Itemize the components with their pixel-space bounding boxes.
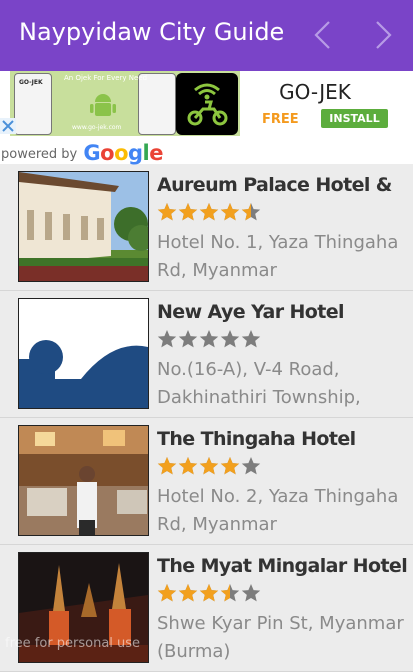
star-icon xyxy=(157,584,177,602)
hotel-address: Hotel No. 1, Yaza Thingaha Rd, Myanmar xyxy=(157,232,399,281)
star-icon xyxy=(178,584,198,602)
star-icon xyxy=(157,330,177,348)
rating-stars xyxy=(157,456,261,476)
hotel-thumbnail[interactable] xyxy=(18,425,149,536)
star-icon xyxy=(199,330,219,348)
hotel-row[interactable]: Aureum Palace Hotel & Hotel No. 1, Yaza … xyxy=(0,164,413,291)
ad-banner[interactable]: GO-JEK An Ojek For Every Need www.go-jek… xyxy=(0,71,413,165)
star-icon xyxy=(157,203,177,221)
prev-button[interactable] xyxy=(302,14,342,56)
star-icon xyxy=(199,203,219,221)
star-icon xyxy=(178,330,198,348)
watermark-text: free for personal use xyxy=(5,636,141,651)
star-icon xyxy=(157,457,177,475)
ad-image-url: www.go-jek.com xyxy=(72,124,122,131)
star-icon xyxy=(241,584,261,602)
hotel-address: No.(16-A), V-4 Road, Dakhinathiri Townsh… xyxy=(157,359,361,408)
rating-stars xyxy=(157,583,261,603)
ad-free-label: FREE xyxy=(262,112,299,127)
rating-stars xyxy=(157,329,261,349)
ad-close-button[interactable] xyxy=(0,118,16,134)
powered-by-google: powered by Google xyxy=(1,141,163,165)
star-icon xyxy=(178,203,198,221)
star-rating-icons xyxy=(157,584,261,602)
ad-install-button[interactable]: INSTALL xyxy=(321,109,388,128)
hotel-address: Shwe Kyar Pin St, Myanmar (Burma) xyxy=(157,613,404,662)
placeholder-logo-image xyxy=(19,299,148,408)
hotel-row[interactable]: The Myat Mingalar Hotel Shwe Kyar Pin St… xyxy=(0,545,413,672)
star-icon xyxy=(220,203,240,221)
star-icon xyxy=(220,457,240,475)
hotel-name[interactable]: The Thingaha Hotel xyxy=(157,428,407,450)
gojek-logo[interactable] xyxy=(176,73,238,135)
close-x-icon xyxy=(0,118,16,134)
hotel-name[interactable]: New Aye Yar Hotel xyxy=(157,301,407,323)
android-icon xyxy=(90,94,116,116)
scooter-icon xyxy=(187,83,228,126)
star-icon xyxy=(220,584,240,602)
app-bar: Naypyidaw City Guide xyxy=(0,0,413,71)
hotel-address: Hotel No. 2, Yaza Thingaha Rd, Myanmar xyxy=(157,486,399,535)
star-icon xyxy=(241,330,261,348)
hotel-list: Aureum Palace Hotel & Hotel No. 1, Yaza … xyxy=(0,164,413,672)
chevron-left-icon xyxy=(314,21,330,49)
hotel-photo xyxy=(19,426,148,535)
powered-by-label: powered by xyxy=(1,147,78,162)
hotel-thumbnail[interactable] xyxy=(18,171,149,282)
hotel-name[interactable]: The Myat Mingalar Hotel xyxy=(157,555,407,577)
hotel-photo xyxy=(19,172,148,281)
ad-brand-name: GO-JEK xyxy=(279,80,351,104)
hotel-thumbnail[interactable] xyxy=(18,298,149,409)
star-icon xyxy=(199,584,219,602)
star-rating-icons xyxy=(157,330,261,348)
hotel-row[interactable]: New Aye Yar Hotel No.(16-A), V-4 Road, D… xyxy=(0,291,413,418)
star-icon xyxy=(220,330,240,348)
hotel-name[interactable]: Aureum Palace Hotel & xyxy=(157,174,407,196)
hotel-row[interactable]: The Thingaha Hotel Hotel No. 2, Yaza Thi… xyxy=(0,418,413,545)
ad-phone-graphic: GO-JEK xyxy=(14,73,52,135)
star-icon xyxy=(199,457,219,475)
ad-image-tagline: An Ojek For Every Need xyxy=(64,74,148,82)
next-button[interactable] xyxy=(364,14,404,56)
star-rating-icons xyxy=(157,457,261,475)
ad-phone-graphic-2 xyxy=(138,73,176,135)
star-rating-icons xyxy=(157,203,261,221)
google-logo: Google xyxy=(83,141,163,165)
chevron-right-icon xyxy=(376,21,392,49)
star-icon xyxy=(178,457,198,475)
app-title: Naypyidaw City Guide xyxy=(19,18,285,46)
star-icon xyxy=(241,457,261,475)
rating-stars xyxy=(157,202,261,222)
ad-image-brand: GO-JEK xyxy=(19,79,43,86)
star-icon xyxy=(241,203,261,221)
